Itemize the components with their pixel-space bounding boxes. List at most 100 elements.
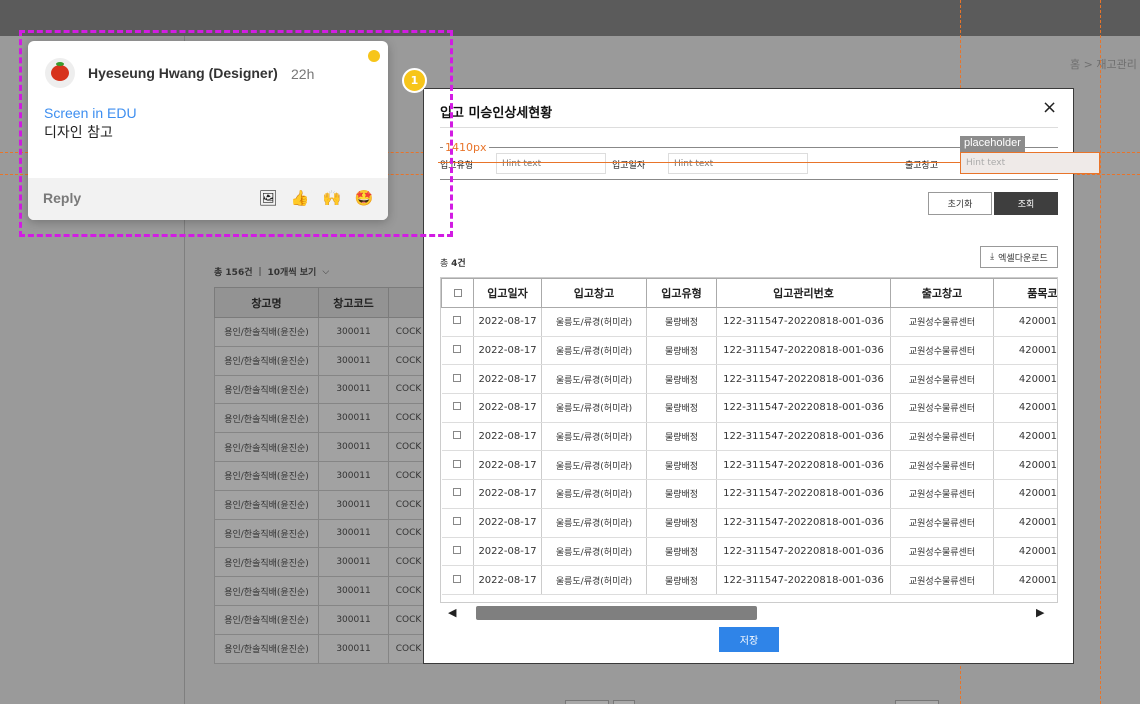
page-size-select[interactable]: 10개씩 보기 [268,265,317,278]
table-cell: 교원성수물류센터 [890,393,994,423]
header-incoming-warehouse[interactable]: 입고창고 [541,278,647,308]
table-cell: 울릉도/류경(허미라) [541,537,647,567]
row-checkbox[interactable] [441,565,474,595]
outgoing-warehouse-input[interactable]: Hint text [960,152,1100,174]
row-checkbox[interactable] [441,479,474,509]
row-checkbox[interactable] [441,336,474,366]
row-checkbox[interactable] [441,307,474,337]
row-checkbox[interactable] [441,364,474,395]
comment-link[interactable]: Screen in EDU [44,105,137,121]
table-cell: 울릉도/류경(허미라) [541,364,647,395]
pagination[interactable] [565,700,609,704]
reply-button[interactable]: Reply [43,190,81,206]
comment-footer: Reply 🖼 👍 🙌 🤩 [28,178,388,220]
header-incoming-type[interactable]: 입고유형 [646,278,717,308]
chevron-down-icon[interactable]: ⌵ [322,267,329,277]
pagination-next[interactable] [895,700,939,704]
table-row[interactable]: 2022-08-17 울릉도/류경(허미라) 물량배정 122-311547-2022… [441,450,1057,481]
incoming-type-input[interactable] [496,153,606,174]
measurement-line [438,162,960,163]
thumbs-up-icon[interactable]: 👍 [290,189,310,207]
bg-table-row: 용인/한솔직배(윤진순) 300011 COCK [214,317,429,347]
horizontal-scrollbar[interactable]: ◀ ▶ [440,602,1058,622]
modal-title: 입고 미승인상세현황 [440,106,553,121]
outgoing-warehouse-label: 출고창고 [905,161,939,171]
table-cell: 물량배정 [646,479,717,509]
bg-table-cell: 300011 [318,460,389,491]
table-row[interactable]: 2022-08-17 울릉도/류경(허미라) 물량배정 122-311547-2022… [441,336,1057,366]
image-icon[interactable]: 🖼 [258,189,278,207]
table-cell: 420001113 [993,422,1057,452]
table-cell: 교원성수물류센터 [890,479,994,509]
detail-table-container[interactable]: 입고일자 입고창고 입고유형 입고관리번호 출고창고 품목코드 2022-08-… [440,277,1058,622]
scroll-left-icon[interactable]: ◀ [448,606,456,619]
bg-table-cell: 용인/한솔직배(윤진순) [214,403,319,434]
bg-table-row: 용인/한솔직배(윤진순) 300011 COCK [214,374,429,405]
table-cell: 물량배정 [646,565,717,595]
table-cell: 울릉도/류경(허미라) [541,565,647,595]
table-cell: 122-311547-20220818-001-036 [716,479,891,509]
scrollbar-thumb[interactable] [476,606,757,620]
placeholder-tag: placeholder [960,136,1025,152]
row-checkbox[interactable] [441,450,474,481]
comment-pin-badge[interactable]: 1 [402,68,427,93]
bg-table-cell: 용인/한솔직배(윤진순) [214,547,319,578]
header-item-code[interactable]: 품목코드 [993,278,1057,308]
table-row[interactable]: 2022-08-17 울릉도/류경(허미라) 물량배정 122-311547-2022… [441,537,1057,567]
incoming-date-label: 입고일자 [612,161,646,171]
table-cell: 122-311547-20220818-001-036 [716,565,891,595]
table-cell: 122-311547-20220818-001-036 [716,307,891,337]
table-cell: 122-311547-20220818-001-036 [716,364,891,395]
background-warehouse-table: 창고명 창고코드 용인/한솔직배(윤진순) 300011 COCK 용인/한솔직배(윤… [214,287,429,664]
reset-button[interactable]: 초기화 [928,192,992,215]
bg-table-cell: 용인/한솔직배(윤진순) [214,460,319,491]
header-incoming-date[interactable]: 입고일자 [473,278,542,308]
pagination-page[interactable] [613,700,635,704]
table-row[interactable]: 2022-08-17 울릉도/류경(허미라) 물량배정 122-311547-2022… [441,508,1057,538]
table-row[interactable]: 2022-08-17 울릉도/류경(허미라) 물량배정 122-311547-2022… [441,565,1057,595]
table-cell: 2022-08-17 [473,565,542,595]
table-cell: 122-311547-20220818-001-036 [716,537,891,567]
download-icon: ⤓ [990,252,995,262]
excel-download-button[interactable]: ⤓ 엑셀다운로드 [980,246,1058,268]
table-cell: 울릉도/류경(허미라) [541,393,647,423]
table-cell: 교원성수물류센터 [890,364,994,395]
table-cell: 122-311547-20220818-001-036 [716,393,891,423]
row-checkbox[interactable] [441,537,474,567]
table-row[interactable]: 2022-08-17 울릉도/류경(허미라) 물량배정 122-311547-2022… [441,364,1057,395]
bg-header-warehouse-name: 창고명 [214,287,319,318]
table-cell: 물량배정 [646,450,717,481]
table-row[interactable]: 2022-08-17 울릉도/류경(허미라) 물량배정 122-311547-2022… [441,393,1057,423]
incoming-date-input[interactable] [668,153,808,174]
star-struck-icon[interactable]: 🤩 [354,189,374,207]
header-outgoing-warehouse[interactable]: 출고창고 [890,278,994,308]
row-checkbox[interactable] [441,422,474,452]
raised-hands-icon[interactable]: 🙌 [322,189,342,207]
header-management-number[interactable]: 입고관리번호 [716,278,891,308]
comment-author: Hyeseung Hwang (Designer) [88,65,278,81]
bg-table-row: 용인/한솔직배(윤진순) 300011 COCK [214,518,429,549]
table-cell: 2022-08-17 [473,336,542,366]
close-icon[interactable]: × [1042,99,1057,117]
excel-download-label: 엑셀다운로드 [998,253,1048,264]
result-total: 총 4건 [440,256,466,269]
table-cell: 420001113 [993,450,1057,481]
search-button[interactable]: 조회 [994,192,1058,215]
avatar[interactable] [45,58,75,88]
row-checkbox[interactable] [441,508,474,538]
table-cell: 420001113 [993,307,1057,337]
bg-table-cell: 용인/한솔직배(윤진순) [214,374,319,405]
bg-table-cell: 용인/한솔직배(윤진순) [214,345,319,376]
scroll-right-icon[interactable]: ▶ [1036,606,1044,619]
table-cell: 울릉도/류경(허미라) [541,336,647,366]
table-row[interactable]: 2022-08-17 울릉도/류경(허미라) 물량배정 122-311547-2022… [441,307,1057,337]
table-row[interactable]: 2022-08-17 울릉도/류경(허미라) 물량배정 122-311547-2022… [441,422,1057,452]
bg-table-row: 용인/한솔직배(윤진순) 300011 COCK [214,432,429,462]
table-cell: 물량배정 [646,307,717,337]
select-all-checkbox[interactable] [441,278,474,308]
row-checkbox[interactable] [441,393,474,423]
table-row[interactable]: 2022-08-17 울릉도/류경(허미라) 물량배정 122-311547-2022… [441,479,1057,509]
total-prefix: 총 [440,259,449,269]
save-button[interactable]: 저장 [719,627,779,652]
comment-card: Hyeseung Hwang (Designer) 22h Screen in … [28,41,388,220]
